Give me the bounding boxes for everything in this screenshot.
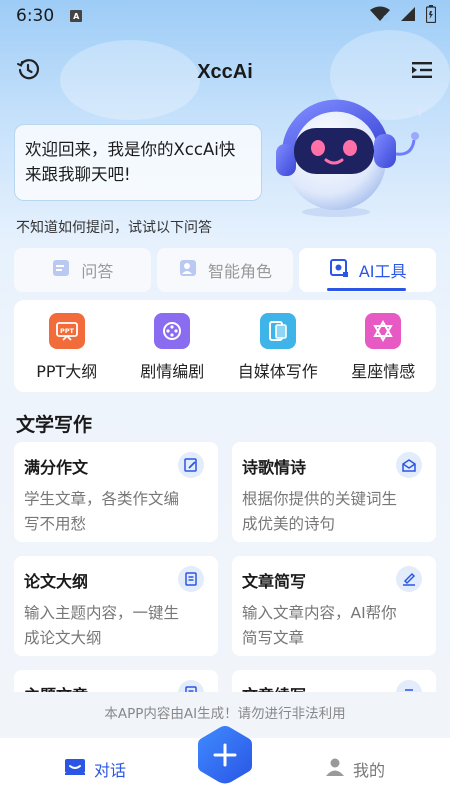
card-desc-line: 学生文章，各类作文编 [24,490,180,508]
notification-icon: A [70,10,83,22]
history-button[interactable] [14,58,42,86]
disclaimer-text: 本APP内容由AI生成！请勿进行非法利用 [104,706,346,722]
tab-qa[interactable]: 问答 [14,248,151,292]
card-desc-line: 输入主题内容，一键生 [24,604,180,622]
card-list: 满分作文 学生文章，各类作文编 写不用愁 诗歌情诗 根据你提供的关键词生 成优美… [14,442,436,692]
tool-ppt-outline[interactable]: PPT PPT大纲 [14,300,120,392]
tool-horoscope[interactable]: 星座情感 [331,300,437,392]
tool-label: 星座情感 [351,362,416,381]
status-bar: 6:30 A [0,0,450,32]
tool-grid: PPT PPT大纲 剧情编剧 自媒体写作 星座情感 [14,300,436,392]
welcome-line: 来跟我聊天吧! [25,165,131,184]
ai-tool-icon [329,258,349,282]
robot-mascot [270,96,432,218]
new-chat-button[interactable] [196,724,254,786]
tool-label: 自媒体写作 [237,362,318,381]
signal-icon [400,6,416,26]
edit-icon [178,452,204,478]
nav-label: 我的 [352,761,385,780]
card-desc-line: 简写文章 [242,629,305,647]
ppt-icon: PPT [48,313,85,349]
card-desc-line: 写不用愁 [24,515,87,533]
card-article-summary[interactable]: 文章简写 输入文章内容，AI帮你 简写文章 [232,556,436,656]
status-time: 6:30 [16,6,55,26]
welcome-line: 欢迎回来，我是你的XccAi快 [25,140,236,159]
qa-icon [51,258,71,282]
card-article-continue[interactable]: 文章续写 [232,670,436,692]
tab-label: 智能角色 [208,262,273,281]
star-of-david-icon [365,313,402,349]
card-desc-line: 输入文章内容，AI帮你 [242,604,397,622]
battery-icon [425,5,437,27]
menu-expand-icon [411,60,433,84]
card-theme-article[interactable]: 主题文章 [14,670,218,692]
welcome-bubble: 欢迎回来，我是你的XccAi快 来跟我聊天吧! [14,124,262,201]
chat-icon [64,757,86,781]
page-title: XccAi [197,60,253,83]
card-essay[interactable]: 满分作文 学生文章，各类作文编 写不用愁 [14,442,218,542]
tab-label: AI工具 [358,262,407,281]
pen-icon [396,566,422,592]
menu-button[interactable] [408,58,436,86]
nav-label: 对话 [93,761,126,780]
hint-text: 不知道如何提问，试试以下问答 [16,220,212,236]
card-desc-line: 根据你提供的关键词生 [242,490,398,508]
card-desc-line: 成论文大纲 [24,629,102,647]
nav-chat[interactable]: 对话 [0,738,190,800]
history-icon [16,58,40,86]
film-reel-icon [154,313,191,349]
tablet-icon [259,313,296,349]
tool-screenwriting[interactable]: 剧情编剧 [120,300,226,392]
tool-self-media[interactable]: 自媒体写作 [225,300,331,392]
tab-smart-role[interactable]: 智能角色 [156,248,294,292]
card-poetry[interactable]: 诗歌情诗 根据你提供的关键词生 成优美的诗句 [232,442,436,542]
card-desc: 根据你提供的关键词生 成优美的诗句 [242,487,426,537]
nav-mine[interactable]: 我的 [260,738,450,800]
mail-icon [396,452,422,478]
tab-ai-tools[interactable]: AI工具 [299,248,437,292]
card-desc: 学生文章，各类作文编 写不用愁 [24,487,208,537]
document-icon [178,566,204,592]
section-title: 文学写作 [16,414,93,436]
card-thesis-outline[interactable]: 论文大纲 输入主题内容，一键生 成论文大纲 [14,556,218,656]
card-desc-line: 成优美的诗句 [242,515,336,533]
tab-label: 问答 [81,262,114,281]
app-header: XccAi [0,52,450,92]
category-tabs: 问答 智能角色 AI工具 [14,248,437,292]
card-desc: 输入主题内容，一键生 成论文大纲 [24,601,208,651]
wifi-icon [370,6,390,26]
card-desc: 输入文章内容，AI帮你 简写文章 [242,601,426,651]
user-icon [325,757,345,781]
tool-label: 剧情编剧 [140,362,205,381]
tool-label: PPT大纲 [36,362,98,381]
role-icon [178,258,198,282]
svg-text:PPT: PPT [60,327,75,335]
